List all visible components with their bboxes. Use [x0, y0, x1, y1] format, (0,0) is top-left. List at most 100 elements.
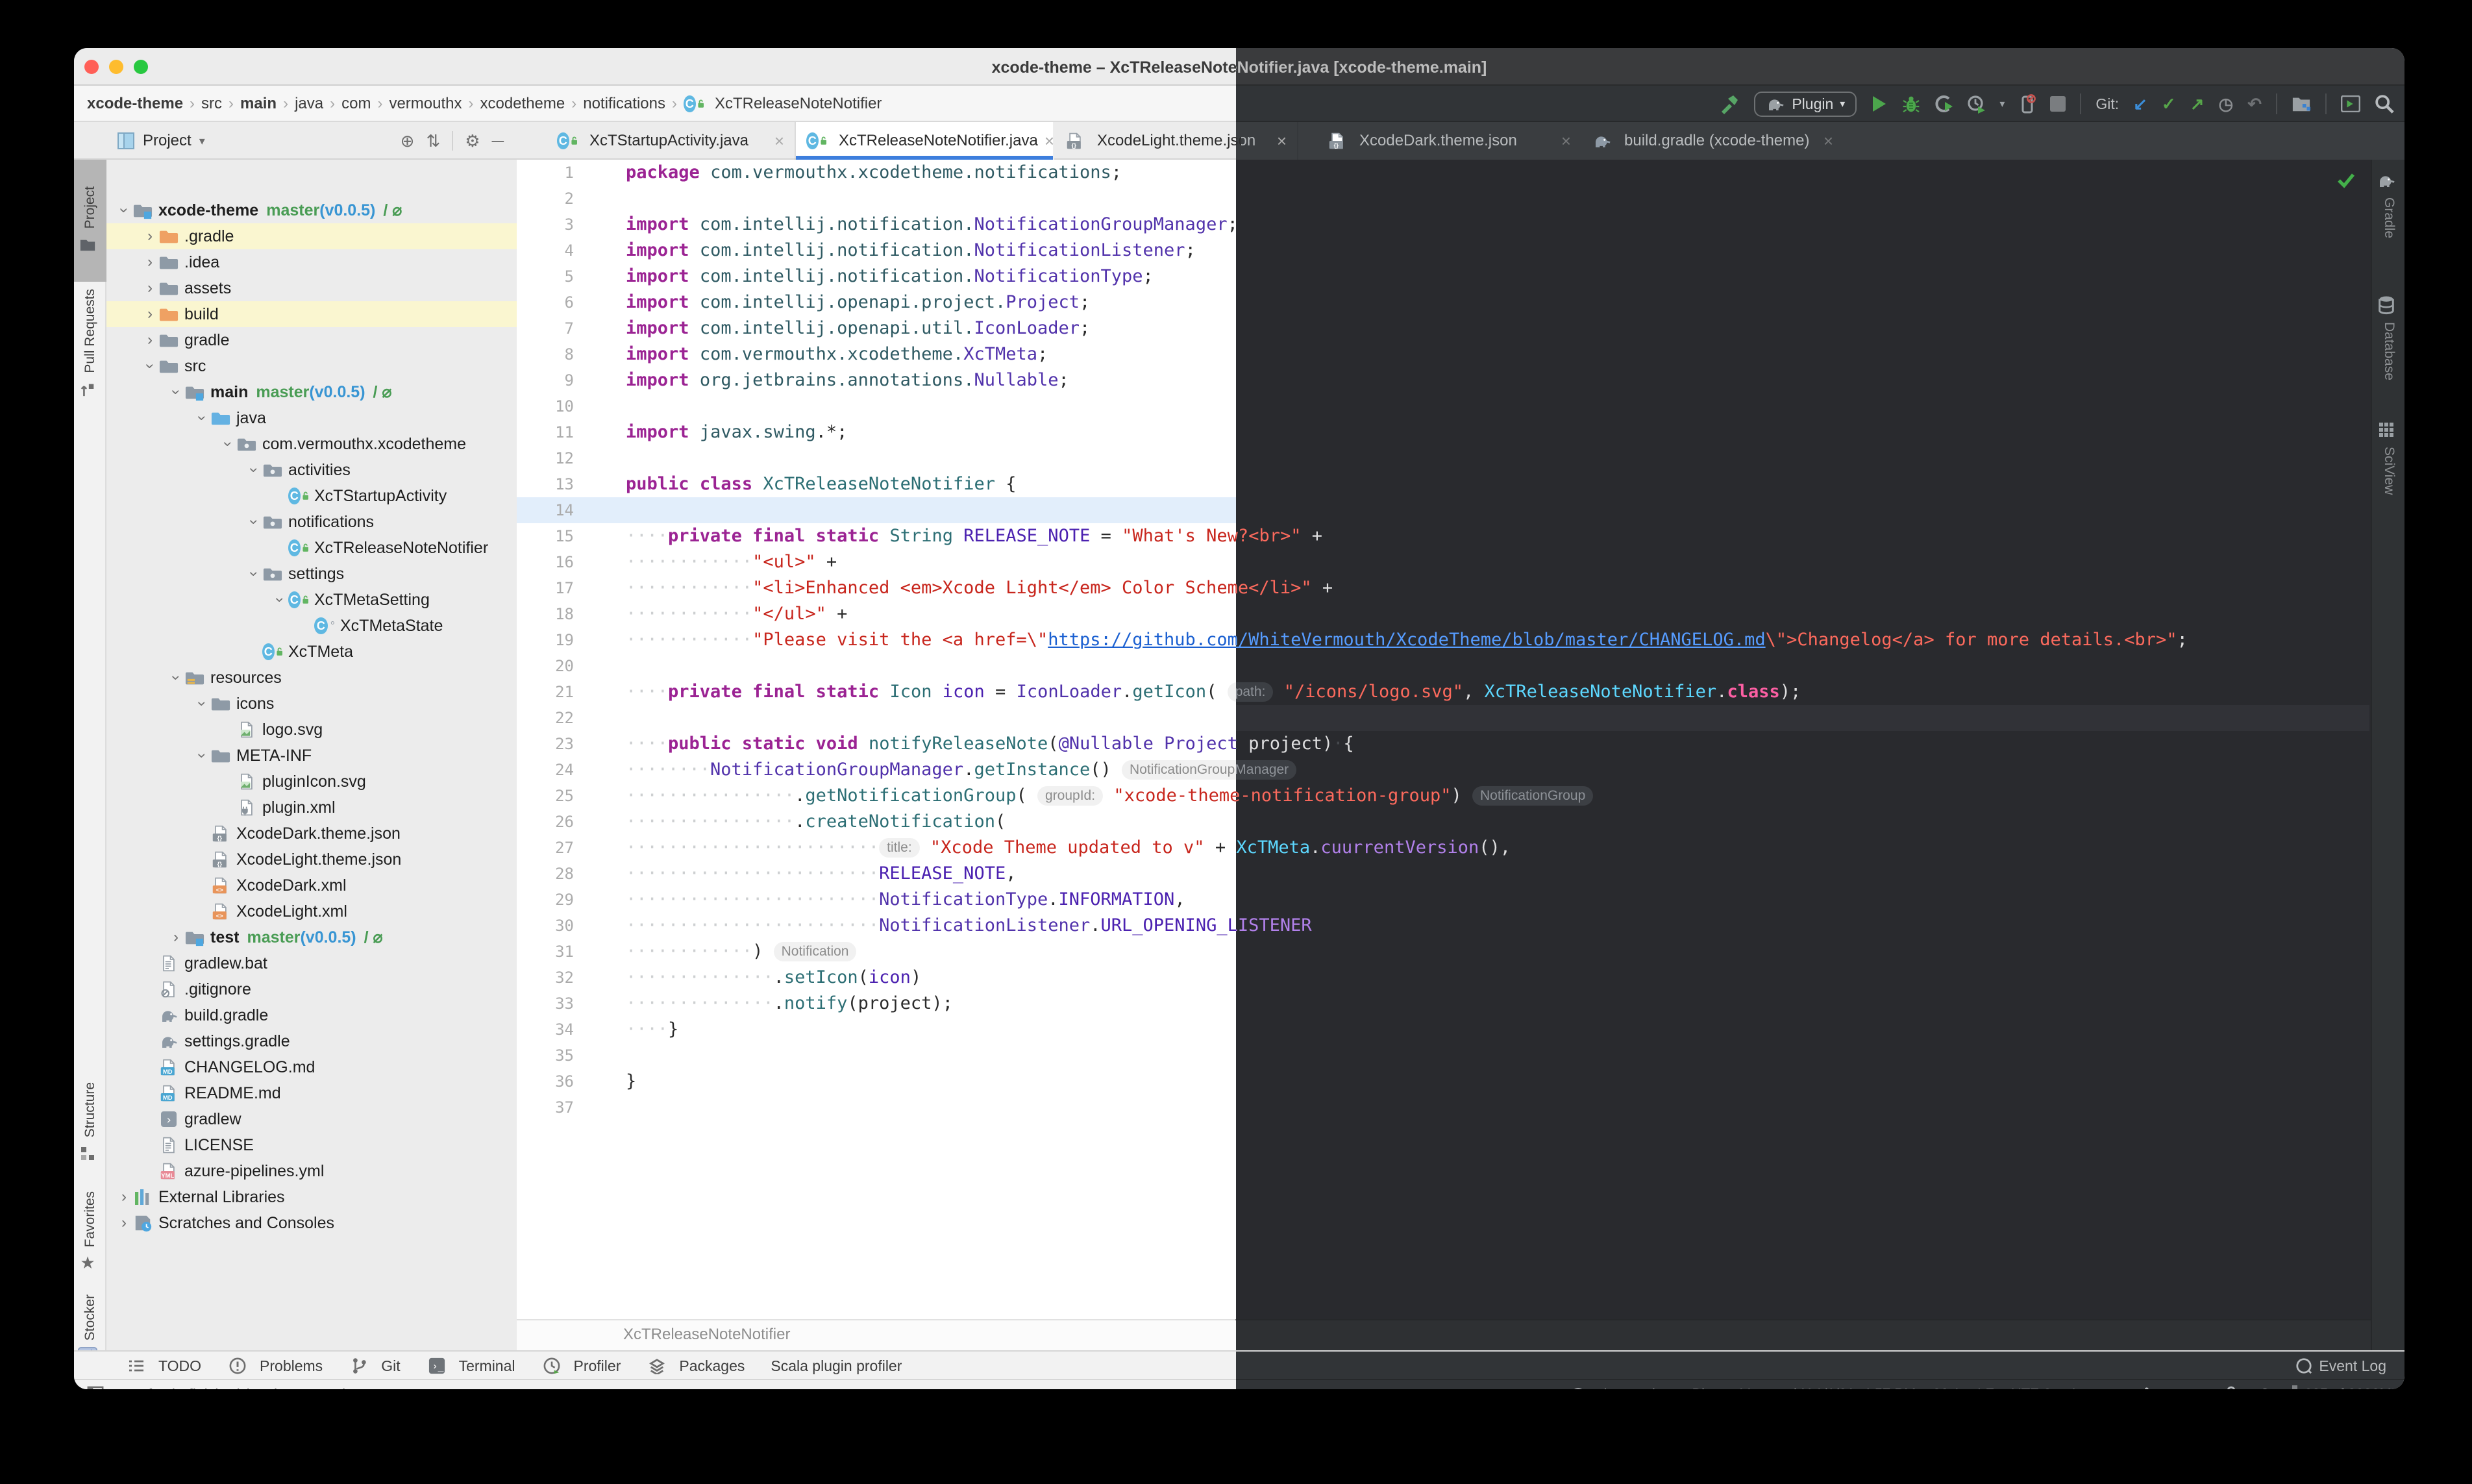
close-tab-icon[interactable]: × — [1044, 131, 1054, 151]
code-line[interactable]: 23····public static void notifyReleaseNo… — [1236, 731, 2369, 757]
tree-chevron-icon[interactable]: › — [193, 410, 211, 427]
code-line[interactable]: 25················.getNotificationGroup(… — [517, 783, 1236, 809]
tree-chevron-icon[interactable]: › — [116, 1214, 132, 1232]
line-separator[interactable]: LF — [1977, 1386, 1994, 1389]
editor-breadcrumb[interactable]: XcTReleaseNoteNotifier — [623, 1320, 790, 1349]
code-line[interactable]: 10 — [1236, 393, 2369, 419]
tree-item[interactable]: ›.idea — [106, 249, 517, 275]
code-line[interactable]: 20 — [517, 653, 1236, 679]
code-line[interactable]: 37 — [1236, 1094, 2369, 1120]
code-line[interactable]: 14 — [1236, 497, 2369, 523]
tree-item[interactable]: LICENSE — [106, 1132, 517, 1158]
lock-icon[interactable] — [2223, 1386, 2238, 1389]
tree-item[interactable]: ›Scratches and Consoles — [106, 1210, 517, 1236]
breadcrumb[interactable]: xcode-theme›src›main›java›com›vermouthx›… — [87, 86, 882, 122]
breadcrumb-item[interactable]: vermouthx — [389, 95, 462, 113]
code-line[interactable]: 15····private final static String RELEAS… — [517, 523, 1236, 549]
breadcrumb-item[interactable]: CXcTReleaseNoteNotifier — [684, 93, 882, 114]
editor-tab[interactable]: CXcTStartupActivity.java× — [547, 122, 796, 160]
status-circle-icon[interactable] — [1572, 1388, 1585, 1389]
stripe-button-structure[interactable]: Structure — [74, 1069, 106, 1178]
code-line[interactable]: 8import com.vermouthx.xcodetheme.XcTMeta… — [517, 341, 1236, 367]
tree-item[interactable]: ›gradle — [106, 327, 517, 353]
tree-chevron-icon[interactable]: › — [142, 227, 158, 245]
tree-item[interactable]: ›settings — [106, 561, 517, 587]
breadcrumb-item[interactable]: src — [201, 95, 222, 113]
tree-item[interactable]: C°XcTMetaState — [106, 613, 517, 639]
code-line[interactable]: 4import com.intellij.notification.Notifi… — [517, 238, 1236, 264]
tree-item[interactable]: ›com.vermouthx.xcodetheme — [106, 431, 517, 457]
git-commit-icon[interactable]: ✓ — [2162, 94, 2176, 114]
locate-icon[interactable]: ⊕ — [401, 131, 415, 151]
code-line[interactable]: 35 — [517, 1043, 1236, 1069]
code-line[interactable]: 26················.createNotification( — [1236, 809, 2369, 835]
tree-item[interactable]: ›gradlew — [106, 1106, 517, 1132]
code-line[interactable]: 2 — [517, 186, 1236, 212]
tree-item[interactable]: ›External Libraries — [106, 1184, 517, 1210]
project-panel-header[interactable]: Project ▾ ⊕ ⇅ ⚙ ─ — [106, 122, 517, 160]
stripe-button-favorites[interactable]: Favorites★ — [74, 1198, 106, 1266]
code-line[interactable]: 31············) Notification — [1236, 939, 2369, 965]
status-widgets[interactable]: ⌀ / up-to-dateBlame: VermouthX 1/1/21, 4… — [1572, 1380, 2392, 1389]
right-tool-stripe[interactable]: Gradle Database SciView — [2371, 160, 2404, 1350]
code-line[interactable]: 22 — [1236, 705, 2369, 731]
code-line[interactable]: 12 — [1236, 445, 2369, 471]
code-line[interactable]: 34····} — [517, 1017, 1236, 1043]
toolwindow-button-terminal[interactable]: ›_Terminal — [426, 1355, 515, 1376]
code-line[interactable]: 16············"<ul>" + — [1236, 549, 2369, 575]
code-line[interactable]: 34····} — [1236, 1017, 2369, 1043]
code-line[interactable]: 19············"Please visit the <a href=… — [517, 627, 1236, 653]
code-line[interactable]: 19············"Please visit the <a href=… — [1236, 627, 2369, 653]
code-line[interactable]: 10 — [517, 393, 1236, 419]
tree-item[interactable]: pluginIcon.svg — [106, 769, 517, 795]
code-line[interactable]: 11import javax.swing.*; — [1236, 419, 2369, 445]
toolwindow-button-scala-plugin-profiler[interactable]: Scala plugin profiler — [771, 1357, 902, 1375]
code-line[interactable]: 9import org.jetbrains.annotations.Nullab… — [517, 367, 1236, 393]
tree-item[interactable]: ›.gradle — [106, 223, 517, 249]
toolwindow-button-git[interactable]: Git — [349, 1355, 400, 1376]
tree-item[interactable]: logo.svg — [106, 717, 517, 743]
code-line[interactable]: 7import com.intellij.openapi.util.IconLo… — [517, 315, 1236, 341]
code-line[interactable]: 33··············.notify(project); — [1236, 991, 2369, 1017]
git-history-icon[interactable]: ◷ — [2219, 94, 2234, 114]
code-line[interactable]: 3import com.intellij.notification.Notifi… — [1236, 212, 2369, 238]
code-line[interactable]: 29························NotificationTy… — [517, 887, 1236, 913]
code-line[interactable]: 6import com.intellij.openapi.project.Pro… — [1236, 290, 2369, 315]
panel-header-actions[interactable]: ⊕ ⇅ ⚙ ─ — [401, 131, 517, 151]
code-line[interactable]: 4import com.intellij.notification.Notifi… — [1236, 238, 2369, 264]
gear-icon[interactable]: ⚙ — [465, 131, 480, 151]
encoding[interactable]: UTF-8 — [2011, 1386, 2051, 1389]
tree-item[interactable]: <>XcodeLight.xml — [106, 898, 517, 924]
indent-setting[interactable]: 4 spaces — [2068, 1386, 2125, 1389]
tree-item[interactable]: CXcTStartupActivity — [106, 483, 517, 509]
close-tab-icon[interactable]: × — [1561, 131, 1571, 151]
tree-chevron-icon[interactable]: › — [167, 669, 185, 686]
tree-item[interactable]: CXcTReleaseNoteNotifier — [106, 535, 517, 561]
code-line[interactable]: 2 — [1236, 186, 2369, 212]
code-line[interactable]: 8import com.vermouthx.xcodetheme.XcTMeta… — [1236, 341, 2369, 367]
tree-item[interactable]: ›icons — [106, 691, 517, 717]
code-line[interactable]: 22 — [517, 705, 1236, 731]
breadcrumb-item[interactable]: main — [240, 95, 277, 113]
code-line[interactable]: 32··············.setIcon(icon) — [1236, 965, 2369, 991]
editor-tab[interactable]: {}XcodeLight.theme.json× — [1054, 122, 1298, 160]
tree-item[interactable]: {}XcodeDark.theme.json — [106, 821, 517, 847]
code-line[interactable]: 12 — [517, 445, 1236, 471]
toolwindow-toggle-icon[interactable] — [87, 1386, 104, 1389]
code-line[interactable]: 27························title: "Xcode … — [517, 835, 1236, 861]
main-toolbar[interactable]: Plugin▾▾Git:↙✓↗◷↶ — [1719, 86, 2394, 122]
close-tab-icon[interactable]: × — [1277, 131, 1287, 151]
tree-item[interactable]: {}XcodeLight.theme.json — [106, 847, 517, 872]
tree-item[interactable]: gradlew.bat — [106, 950, 517, 976]
tree-chevron-icon[interactable]: › — [167, 384, 185, 401]
editor-tab[interactable]: build.gradle (xcode-theme)× — [1581, 122, 1844, 160]
caret-position[interactable]: 22:1 — [1933, 1386, 1960, 1389]
tree-item[interactable]: <>XcodeDark.xml — [106, 872, 517, 898]
editor-tab[interactable]: CXcTReleaseNoteNotifier.java× — [796, 122, 1054, 160]
toolwindow-button-problems[interactable]: Problems — [227, 1355, 323, 1376]
code-line[interactable]: 26················.createNotification( — [517, 809, 1236, 835]
tree-chevron-icon[interactable]: › — [245, 565, 263, 582]
project-panel-title[interactable]: Project — [143, 132, 192, 150]
tree-chevron-icon[interactable]: › — [116, 1188, 132, 1206]
git-status[interactable]: ⌀ / up-to-date — [1590, 1386, 1675, 1389]
